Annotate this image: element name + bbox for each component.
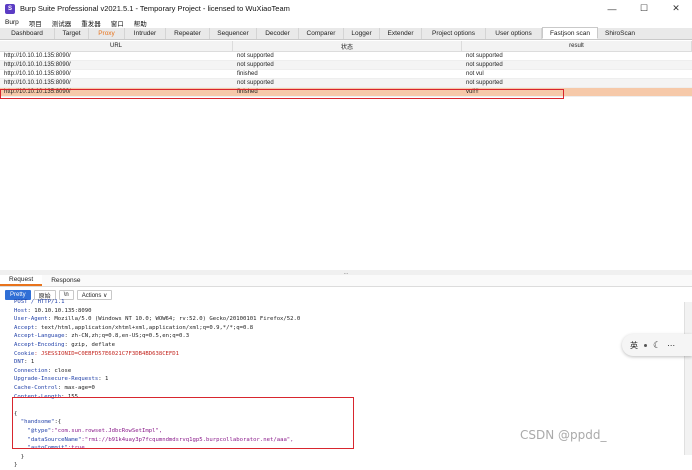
column-header-status[interactable]: 状态 — [233, 41, 462, 51]
menu-intruder[interactable]: 测试器 — [47, 18, 77, 28]
settings-icon[interactable]: ⋯ — [667, 341, 675, 350]
tab-decoder[interactable]: Decoder — [257, 28, 299, 39]
menu-burp[interactable]: Burp — [0, 19, 24, 26]
header-line: Connection: close — [14, 367, 72, 374]
cell-result: not supported — [466, 53, 503, 59]
title-bar: S Burp Suite Professional v2021.5.1 - Te… — [0, 0, 692, 17]
tab-logger[interactable]: Logger — [344, 28, 380, 39]
json-line: } — [14, 462, 18, 469]
moon-icon[interactable]: ☾ — [653, 340, 661, 351]
tab-repeater[interactable]: Repeater — [166, 28, 210, 39]
tab-dashboard[interactable]: Dashboard — [0, 28, 55, 39]
window-title: Burp Suite Professional v2021.5.1 - Temp… — [20, 4, 290, 13]
json-payload-highlight-box — [12, 397, 354, 449]
tab-shiroscan[interactable]: ShiroScan — [598, 28, 642, 39]
menu-window[interactable]: 窗口 — [106, 18, 129, 28]
header-line: Host: 10.10.10.135:8090 — [14, 307, 92, 314]
table-row[interactable]: http://10.10.10.135:8090/ not supported … — [0, 79, 692, 88]
menu-project[interactable]: 项目 — [24, 18, 47, 28]
header-line: Accept-Language: zh-CN,zh;q=0.8,en-US;q=… — [14, 333, 190, 340]
cell-result: not supported — [466, 62, 503, 68]
header-line: DNT: 1 — [14, 359, 35, 366]
tab-user-options[interactable]: User options — [486, 28, 542, 39]
cell-result: not vul — [466, 71, 484, 77]
cell-url: http://10.10.10.135:8090/ — [4, 80, 71, 86]
table-header: URL 状态 result — [0, 41, 692, 52]
message-tabs: Request Response — [0, 275, 692, 287]
header-line: Upgrade-Insecure-Requests: 1 — [14, 376, 109, 383]
menu-help[interactable]: 帮助 — [129, 18, 152, 28]
ime-toolbar[interactable]: 英 ☾ ⋯ — [622, 334, 692, 356]
selected-row-highlight-box — [0, 89, 564, 99]
table-row[interactable]: http://10.10.10.135:8090/ finished not v… — [0, 70, 692, 79]
cell-status: not supported — [237, 80, 274, 86]
close-button[interactable]: ✕ — [660, 0, 692, 17]
burp-app-icon: S — [5, 3, 15, 14]
header-line: Accept: text/html,application/xhtml+xml,… — [14, 324, 254, 331]
cell-url: http://10.10.10.135:8090/ — [4, 71, 71, 77]
cell-result: not supported — [466, 80, 503, 86]
table-row[interactable]: http://10.10.10.135:8090/ not supported … — [0, 52, 692, 61]
tab-fastjson-scan[interactable]: Fastjson scan — [542, 27, 598, 39]
tab-proxy[interactable]: Proxy — [89, 28, 125, 39]
main-tab-bar: Dashboard Target Proxy Intruder Repeater… — [0, 27, 692, 40]
request-line: POST / HTTP/1.1 — [14, 299, 65, 305]
table-empty-area — [0, 100, 692, 270]
tab-request[interactable]: Request — [0, 275, 43, 286]
menu-repeater[interactable]: 重发器 — [76, 18, 106, 28]
cell-status: not supported — [237, 62, 274, 68]
tab-sequencer[interactable]: Sequencer — [210, 28, 257, 39]
table-row[interactable]: http://10.10.10.135:8090/ not supported … — [0, 61, 692, 70]
header-line: Accept-Encoding: gzip, deflate — [14, 341, 116, 348]
cell-url: http://10.10.10.135:8090/ — [4, 53, 71, 59]
header-line: Cookie: JSESSIONID=C0EBFD57E6021C7F3DB4B… — [14, 350, 180, 357]
ime-dot-icon — [644, 343, 647, 347]
tab-intruder[interactable]: Intruder — [125, 28, 166, 39]
tab-target[interactable]: Target — [55, 28, 89, 39]
tab-response[interactable]: Response — [42, 275, 89, 286]
header-line: User-Agent: Mozilla/5.0 (Windows NT 10.0… — [14, 316, 301, 323]
minimize-button[interactable]: — — [596, 0, 628, 17]
cell-url: http://10.10.10.135:8090/ — [4, 62, 71, 68]
ime-language-label[interactable]: 英 — [630, 340, 638, 351]
tab-comparer[interactable]: Comparer — [299, 28, 344, 39]
column-header-url[interactable]: URL — [0, 41, 233, 51]
watermark: CSDN @ppdd_ — [520, 428, 607, 442]
tab-extender[interactable]: Extender — [380, 28, 422, 39]
cell-status: not supported — [237, 53, 274, 59]
editor-scrollbar[interactable] — [684, 302, 692, 455]
column-header-result[interactable]: result — [462, 41, 692, 51]
cell-status: finished — [237, 71, 258, 77]
header-line: Cache-Control: max-age=0 — [14, 384, 95, 391]
json-line: } — [20, 453, 25, 460]
maximize-button[interactable]: ☐ — [628, 0, 660, 17]
tab-project-options[interactable]: Project options — [422, 28, 486, 39]
